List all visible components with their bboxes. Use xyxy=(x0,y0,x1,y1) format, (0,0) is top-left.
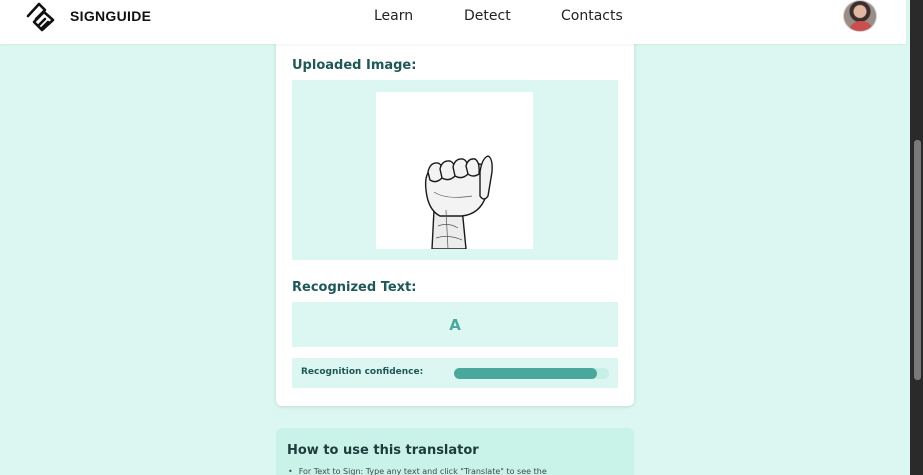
brand-logo[interactable]: SIGNGUIDE xyxy=(24,0,151,32)
result-card: Uploaded Image: Recognized Text: A Recog… xyxy=(276,36,634,406)
uploaded-image-title: Uploaded Image: xyxy=(292,58,417,73)
recognized-text-panel: A xyxy=(292,302,618,347)
recognized-text-value: A xyxy=(449,315,461,334)
how-to-panel: How to use this translator For Text to S… xyxy=(276,428,634,475)
handshake-logo-icon xyxy=(26,2,55,32)
user-avatar[interactable] xyxy=(843,0,877,32)
uploaded-image-panel xyxy=(292,80,618,260)
uploaded-image xyxy=(376,92,533,250)
asl-letter-a-hand-image xyxy=(424,155,493,250)
confidence-bar-fill xyxy=(454,368,597,379)
recognized-text-title: Recognized Text: xyxy=(292,280,417,295)
how-to-title: How to use this translator xyxy=(287,443,479,458)
brand-name: SIGNGUIDE xyxy=(70,8,152,24)
nav-detect[interactable]: Detect xyxy=(464,8,511,24)
how-to-item: For Text to Sign: Type any text and clic… xyxy=(288,467,547,475)
nav-learn[interactable]: Learn xyxy=(374,8,413,24)
confidence-panel: Recognition confidence: xyxy=(292,358,618,388)
page-scrollbar-thumb[interactable] xyxy=(914,140,921,380)
top-navbar: SIGNGUIDE Learn Detect Contacts xyxy=(0,0,906,44)
nav-contacts[interactable]: Contacts xyxy=(561,8,623,24)
confidence-bar-track xyxy=(454,368,609,379)
confidence-label: Recognition confidence: xyxy=(301,367,424,377)
avatar-figure xyxy=(850,21,872,31)
